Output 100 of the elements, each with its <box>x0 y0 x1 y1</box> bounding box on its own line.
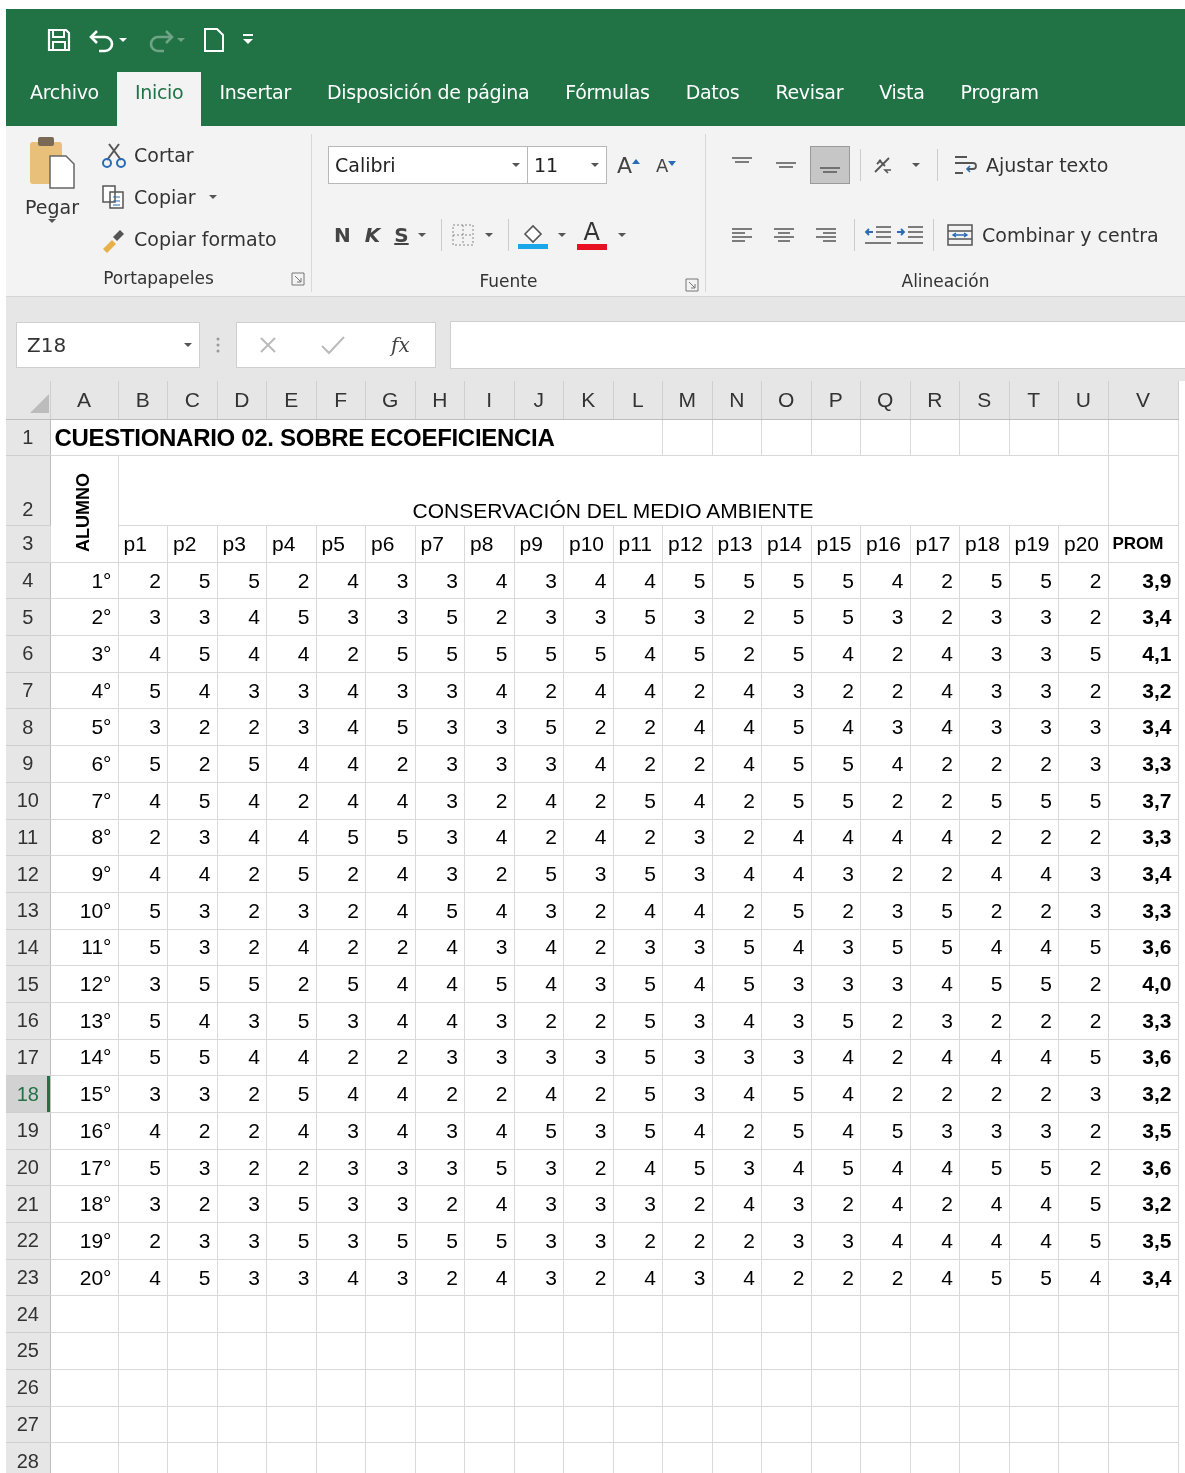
ribbon-tab[interactable]: Inicio <box>116 72 202 126</box>
column-header[interactable]: N <box>712 381 762 420</box>
save-icon[interactable] <box>46 26 72 53</box>
table-cell: 4 <box>514 929 564 966</box>
row-header[interactable]: 1 <box>6 419 50 456</box>
table-cell: 5 <box>613 1075 663 1113</box>
row-header[interactable]: 7 <box>6 672 50 709</box>
question-header: p6 <box>365 525 415 563</box>
ribbon-tab[interactable]: Archivo <box>12 72 117 126</box>
column-header[interactable]: U <box>1058 381 1108 420</box>
table-cell: 4 <box>613 1149 663 1186</box>
row-header[interactable]: 13 <box>6 892 50 930</box>
table-cell: 17° <box>50 1149 118 1186</box>
table-cell: 4 <box>860 1222 910 1260</box>
column-header[interactable]: R <box>910 381 960 420</box>
ribbon-tab[interactable]: Disposición de página <box>309 72 548 126</box>
ribbon-tab[interactable]: Revisar <box>757 72 862 126</box>
table-cell: 2 <box>316 855 366 893</box>
copy-button[interactable]: Copiar <box>98 176 279 218</box>
row-header[interactable]: 25 <box>6 1332 50 1370</box>
column-header[interactable]: L <box>613 381 663 420</box>
column-header[interactable]: F <box>316 381 366 420</box>
dialog-launcher-icon[interactable] <box>291 272 305 286</box>
column-header[interactable]: C <box>167 381 217 420</box>
column-header[interactable]: V <box>1108 381 1178 420</box>
column-header[interactable]: G <box>365 381 415 420</box>
new-document-icon[interactable] <box>202 26 226 53</box>
column-header[interactable]: K <box>563 381 613 420</box>
format-painter-button[interactable]: Copiar formato <box>98 218 279 260</box>
ribbon-tab[interactable]: Fórmulas <box>547 72 668 126</box>
table-cell: 5 <box>464 965 514 1003</box>
row-header[interactable]: 22 <box>6 1222 50 1260</box>
column-header[interactable]: I <box>464 381 514 420</box>
row-header[interactable]: 26 <box>6 1369 50 1406</box>
dialog-launcher-icon[interactable] <box>685 278 699 292</box>
column-header[interactable]: B <box>118 381 168 420</box>
row-header[interactable]: 12 <box>6 855 50 893</box>
row-header[interactable]: 11 <box>6 819 50 856</box>
row-header[interactable]: 20 <box>6 1149 50 1186</box>
up-arrow-icon <box>632 158 641 164</box>
formula-input-field[interactable] <box>450 321 1185 369</box>
row-header[interactable]: 14 <box>6 929 50 966</box>
row-header[interactable]: 8 <box>6 708 50 746</box>
row-header[interactable]: 3 <box>6 525 50 563</box>
row-header[interactable]: 10 <box>6 782 50 819</box>
row-header[interactable]: 17 <box>6 1039 50 1076</box>
column-header[interactable]: D <box>217 381 267 420</box>
ribbon-tab[interactable]: Vista <box>861 72 943 126</box>
row-header[interactable]: 2 <box>6 455 50 526</box>
merge-center-button[interactable]: Combinar y centra <box>942 222 1163 248</box>
paste-button[interactable]: Pegar <box>6 134 98 264</box>
column-header[interactable]: J <box>514 381 564 420</box>
row-header[interactable]: 9 <box>6 745 50 783</box>
table-cell: 2 <box>563 1259 613 1296</box>
column-header[interactable]: E <box>266 381 316 420</box>
row-header[interactable]: 28 <box>6 1442 50 1473</box>
row-header[interactable]: 27 <box>6 1406 50 1443</box>
column-header[interactable]: P <box>811 381 861 420</box>
caret-icon <box>911 162 921 168</box>
cut-button[interactable]: Cortar <box>98 134 279 176</box>
row-header[interactable]: 16 <box>6 1002 50 1040</box>
font-color-button[interactable]: A <box>574 216 609 254</box>
row-header[interactable]: 18 <box>6 1075 50 1113</box>
align-icon <box>774 228 794 242</box>
column-header[interactable]: A <box>50 381 118 420</box>
table-cell: 2 <box>860 1039 910 1076</box>
name-box[interactable]: Z18 <box>16 322 200 368</box>
row-header[interactable]: 5 <box>6 598 50 636</box>
table-cell: 2 <box>266 782 316 819</box>
row-header[interactable]: 15 <box>6 965 50 1003</box>
ribbon-tab[interactable]: Insertar <box>201 72 309 126</box>
ribbon-tab[interactable]: Program <box>942 72 1057 126</box>
underline-button[interactable]: S <box>388 216 409 254</box>
grow-font-button[interactable]: A <box>611 146 647 184</box>
insert-function-button[interactable]: fx <box>385 332 416 358</box>
font-name-field[interactable]: Calibri <box>328 146 528 184</box>
table-cell: 4 <box>266 1112 316 1150</box>
table-cell: 3,6 <box>1108 929 1178 966</box>
column-header[interactable]: T <box>1009 381 1059 420</box>
row-header[interactable]: 24 <box>6 1295 50 1333</box>
table-cell: 4 <box>613 1259 663 1296</box>
column-header[interactable]: M <box>662 381 712 420</box>
vertical-align-button[interactable] <box>810 146 850 184</box>
column-header[interactable]: H <box>415 381 465 420</box>
ribbon-tab[interactable]: Datos <box>667 72 758 126</box>
row-header[interactable]: 6 <box>6 635 50 673</box>
row-header[interactable]: 4 <box>6 562 50 599</box>
font-size-field[interactable]: 11 <box>527 146 607 184</box>
shrink-font-button[interactable]: A <box>650 146 683 184</box>
row-header[interactable]: 19 <box>6 1112 50 1150</box>
table-cell: 3 <box>761 1222 811 1260</box>
wrap-text-button[interactable]: Ajustar texto <box>948 152 1113 178</box>
row-header[interactable]: 21 <box>6 1185 50 1223</box>
column-header[interactable]: Q <box>860 381 910 420</box>
row-header[interactable]: 23 <box>6 1259 50 1296</box>
italic-button[interactable]: K <box>358 216 387 254</box>
column-header[interactable]: O <box>761 381 811 420</box>
bold-button[interactable]: N <box>328 216 357 254</box>
column-header[interactable]: S <box>959 381 1009 420</box>
table-cell: 2 <box>860 672 910 709</box>
